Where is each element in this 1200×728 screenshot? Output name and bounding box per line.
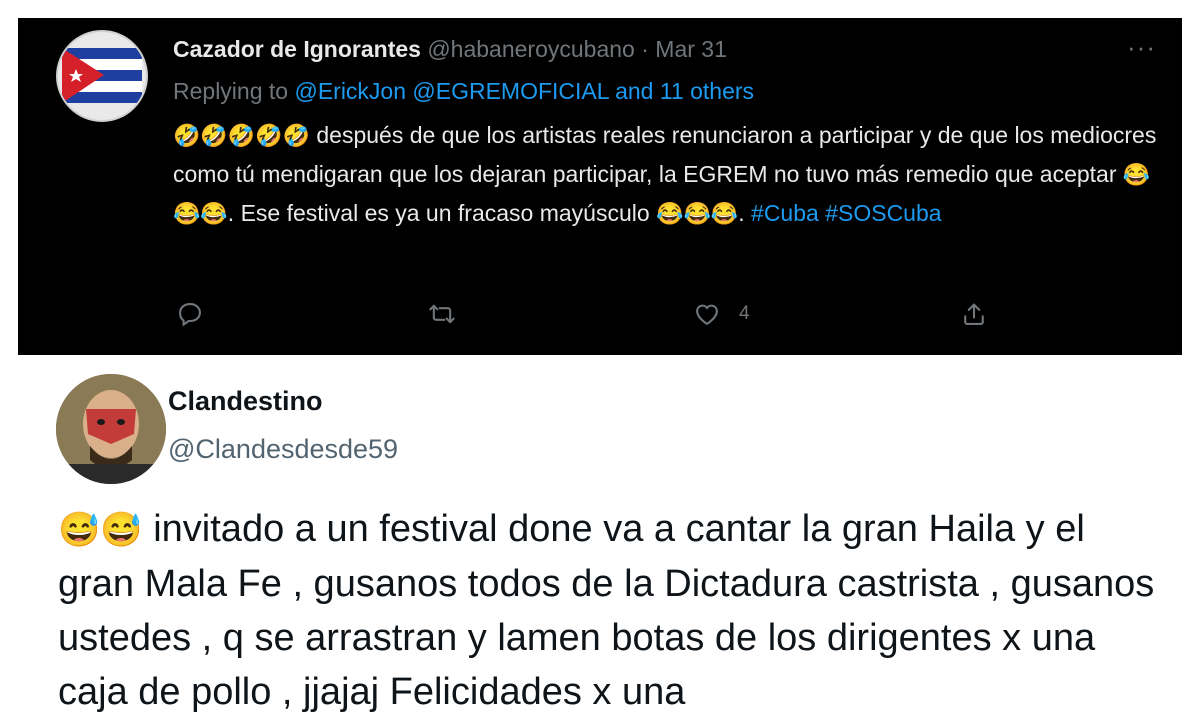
rofl-emoji: 🤣🤣🤣🤣🤣	[173, 123, 310, 148]
tweet-text-part-2: . Ese festival es ya un fracaso mayúscul…	[227, 200, 657, 226]
share-button[interactable]	[960, 300, 988, 328]
cuban-flag-heart-icon	[58, 32, 146, 120]
tweet-text: 😅😅 invitado a un festival done va a cant…	[58, 502, 1168, 719]
avatar[interactable]	[56, 30, 148, 122]
reply-button[interactable]	[176, 300, 204, 328]
separator: ·	[634, 36, 656, 62]
share-icon	[964, 303, 984, 325]
replying-to: Replying to @ErickJon @EGREMOFICIAL and …	[173, 78, 754, 105]
action-bar: 4	[18, 300, 1182, 340]
replying-to-users-link[interactable]: @ErickJon @EGREMOFICIAL and 11 others	[294, 78, 754, 104]
tweet-dark[interactable]: Cazador de Ignorantes @habaneroycubano ·…	[18, 18, 1182, 355]
tweet-text-part: invitado a un festival done va a cantar …	[58, 508, 1155, 713]
like-button[interactable]: 4	[693, 300, 750, 328]
avatar[interactable]	[56, 374, 166, 484]
handle[interactable]: @Clandesdesde59	[168, 434, 398, 465]
replying-label: Replying to	[173, 78, 295, 104]
joy-emoji: 😂😂😂	[656, 201, 739, 226]
reply-icon	[179, 303, 201, 327]
like-count: 4	[739, 303, 750, 324]
retweet-button[interactable]	[428, 300, 456, 328]
like-icon	[696, 304, 718, 326]
display-name[interactable]: Cazador de Ignorantes	[173, 36, 421, 62]
hashtag-link[interactable]: #Cuba	[751, 200, 819, 226]
avatar-portrait-icon	[56, 374, 166, 484]
display-name[interactable]: Clandestino	[168, 386, 323, 417]
timestamp[interactable]: Mar 31	[655, 36, 727, 62]
tweet-text-part-3: .	[738, 200, 752, 226]
retweet-icon	[429, 304, 455, 324]
more-options-icon[interactable]: ···	[1127, 32, 1156, 63]
tweet-text: 🤣🤣🤣🤣🤣 después de que los artistas reales…	[173, 116, 1163, 233]
handle[interactable]: @habaneroycubano	[427, 36, 635, 62]
tweet-header: Cazador de Ignorantes @habaneroycubano ·…	[173, 36, 727, 63]
tweet-text-part-1: después de que los artistas reales renun…	[173, 122, 1157, 187]
tweet-light[interactable]: Clandestino @Clandesdesde59 😅😅 invitado …	[18, 362, 1182, 728]
hashtag-link[interactable]: #SOSCuba	[825, 200, 941, 226]
sweat-smile-emoji: 😅😅	[58, 511, 143, 549]
